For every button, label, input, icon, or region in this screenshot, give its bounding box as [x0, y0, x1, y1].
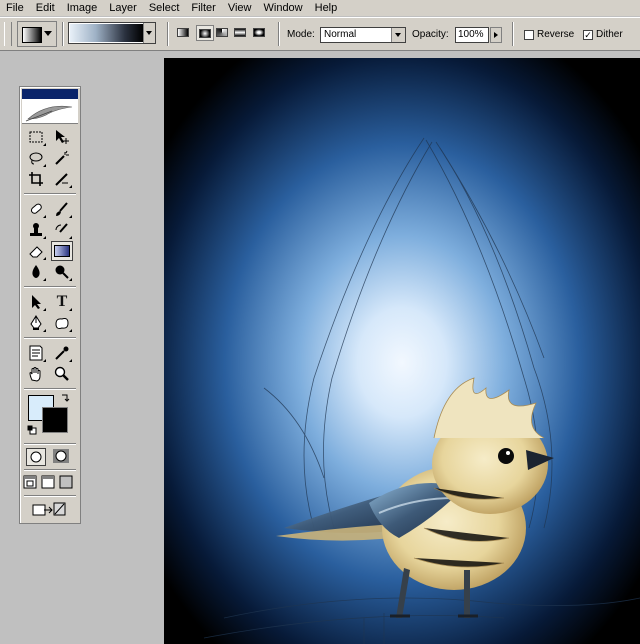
- separator: [278, 22, 280, 46]
- separator: [24, 193, 76, 195]
- toolbox-title-bar[interactable]: [22, 89, 78, 99]
- default-colors-icon[interactable]: [27, 425, 37, 438]
- dither-checkbox[interactable]: ✓: [583, 30, 593, 40]
- clone-stamp-tool-icon[interactable]: [25, 220, 47, 240]
- opacity-slider-button[interactable]: [490, 27, 502, 43]
- menu-item-select[interactable]: Select: [143, 1, 186, 15]
- options-bar: Mode: Normal Opacity: 100% Reverse ✓ Dit…: [0, 17, 640, 51]
- move-tool-icon[interactable]: [51, 127, 73, 147]
- options-bar-grip[interactable]: [4, 22, 12, 46]
- dodge-tool-icon[interactable]: [51, 262, 73, 282]
- standard-screen-mode-button[interactable]: [23, 475, 39, 493]
- gradient-picker[interactable]: [68, 22, 156, 44]
- menu-bar: File Edit Image Layer Select Filter View Window…: [0, 0, 640, 16]
- separator: [24, 337, 76, 339]
- gradient-preview: [70, 24, 143, 42]
- chevron-down-icon: [391, 28, 405, 42]
- lasso-tool-icon[interactable]: [25, 148, 47, 168]
- history-brush-tool-icon[interactable]: [51, 220, 73, 240]
- magic-wand-tool-icon[interactable]: [51, 148, 73, 168]
- reverse-checkbox[interactable]: [524, 30, 534, 40]
- full-screen-menu-mode-button[interactable]: [41, 475, 57, 493]
- path-selection-tool-icon[interactable]: [25, 292, 47, 312]
- menu-item-edit[interactable]: Edit: [30, 1, 61, 15]
- hand-tool-icon[interactable]: [25, 364, 47, 384]
- tool-preset-picker[interactable]: [17, 21, 57, 47]
- opacity-input[interactable]: 100%: [455, 27, 489, 43]
- menu-item-image[interactable]: Image: [61, 1, 104, 15]
- feather-logo[interactable]: [22, 99, 78, 124]
- bird-painting: [164, 58, 640, 644]
- marquee-tool-icon[interactable]: [25, 127, 47, 147]
- pen-tool-icon[interactable]: [25, 313, 47, 333]
- reflected-gradient-button[interactable]: [232, 25, 250, 41]
- linear-gradient-button[interactable]: [175, 25, 193, 41]
- crop-tool-icon[interactable]: [25, 169, 47, 189]
- separator: [24, 495, 76, 497]
- slice-tool-icon[interactable]: [51, 169, 73, 189]
- standard-mode-button[interactable]: [26, 448, 46, 466]
- gradient-dropdown-button[interactable]: [143, 23, 155, 43]
- menu-item-layer[interactable]: Layer: [103, 1, 143, 15]
- separator: [512, 22, 514, 46]
- menu-item-file[interactable]: File: [0, 1, 30, 15]
- reverse-label: Reverse: [537, 29, 575, 40]
- separator: [167, 22, 169, 46]
- menu-item-help[interactable]: Help: [309, 1, 344, 15]
- toolbox: T: [19, 86, 81, 524]
- eyedropper-tool-icon[interactable]: [51, 343, 73, 363]
- gradient-tool-icon: [22, 27, 42, 43]
- mode-value: Normal: [324, 29, 357, 40]
- blur-tool-icon[interactable]: [25, 262, 47, 282]
- swap-colors-icon[interactable]: [60, 393, 70, 406]
- separator: [24, 469, 76, 471]
- type-tool-icon[interactable]: T: [51, 292, 73, 312]
- jump-to-imageready-button[interactable]: [30, 500, 70, 518]
- healing-brush-tool-icon[interactable]: [25, 199, 47, 219]
- eraser-tool-icon[interactable]: [25, 241, 47, 261]
- notes-tool-icon[interactable]: [25, 343, 47, 363]
- opacity-label: Opacity:: [412, 29, 449, 40]
- diamond-gradient-button[interactable]: [251, 25, 269, 41]
- custom-shape-tool-icon[interactable]: [51, 313, 73, 333]
- document-canvas[interactable]: [164, 58, 640, 644]
- mode-select[interactable]: Normal: [320, 27, 406, 43]
- background-color-swatch[interactable]: [42, 407, 68, 433]
- separator: [24, 286, 76, 288]
- menu-item-filter[interactable]: Filter: [185, 1, 221, 15]
- menu-item-view[interactable]: View: [222, 1, 258, 15]
- type-tool-glyph: T: [56, 293, 68, 310]
- quick-mask-mode-button[interactable]: [52, 448, 72, 466]
- angle-gradient-button[interactable]: [214, 25, 232, 41]
- dither-label: Dither: [596, 29, 623, 40]
- separator: [24, 388, 76, 390]
- brush-tool-icon[interactable]: [51, 199, 73, 219]
- menu-item-window[interactable]: Window: [258, 1, 309, 15]
- zoom-tool-icon[interactable]: [51, 364, 73, 384]
- separator: [24, 443, 76, 445]
- gradient-tool-icon[interactable]: [51, 241, 73, 261]
- full-screen-mode-button[interactable]: [59, 475, 75, 493]
- chevron-down-icon: [44, 31, 52, 36]
- mode-label: Mode:: [287, 29, 315, 40]
- separator: [62, 22, 64, 46]
- radial-gradient-button[interactable]: [196, 25, 214, 41]
